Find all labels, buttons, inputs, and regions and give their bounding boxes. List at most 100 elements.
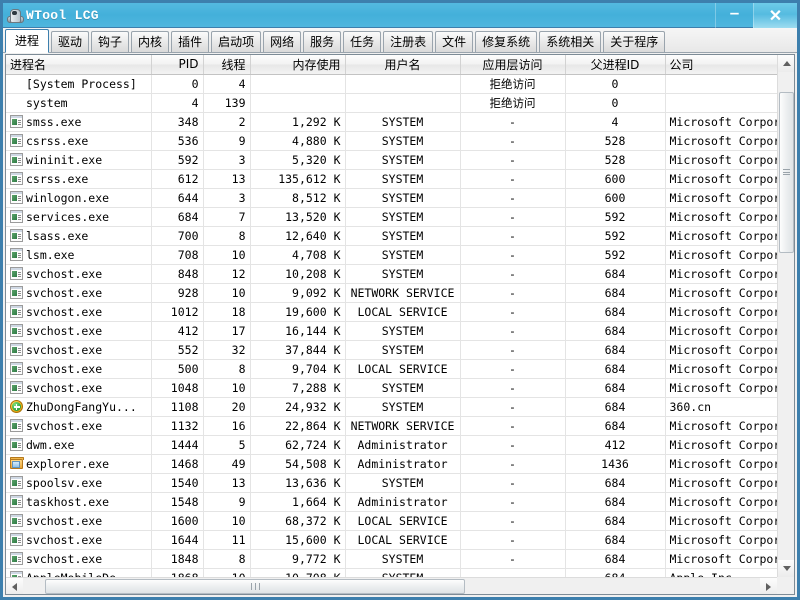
tab-10[interactable]: 文件 (435, 31, 473, 52)
scroll-down-button[interactable] (778, 560, 795, 577)
cell-company: Microsoft Corporation (665, 530, 777, 549)
table-row[interactable]: svchost.exe4121716,144 KSYSTEM-684Micros… (6, 321, 777, 340)
app-icon (10, 115, 23, 128)
table-row[interactable]: lsm.exe708104,708 KSYSTEM-592Microsoft C… (6, 245, 777, 264)
cell-threads: 8 (203, 549, 250, 568)
tab-9[interactable]: 注册表 (383, 31, 433, 52)
close-button[interactable]: ✕ (753, 3, 797, 28)
cell-user: SYSTEM (345, 188, 460, 207)
tab-2[interactable]: 钩子 (91, 31, 129, 52)
app-icon (10, 552, 23, 565)
cell-company: Microsoft Corporation (665, 245, 777, 264)
cell-company: Microsoft Corporation (665, 188, 777, 207)
cell-company: Microsoft Corporation (665, 131, 777, 150)
minimize-button[interactable]: – (715, 3, 753, 28)
table-row[interactable]: svchost.exe1048107,288 KSYSTEM-684Micros… (6, 378, 777, 397)
cell-access: - (460, 359, 565, 378)
cell-user: Administrator (345, 454, 460, 473)
vertical-scrollbar-thumb[interactable] (779, 92, 794, 253)
column-header-access[interactable]: 应用层访问 (460, 55, 565, 74)
tab-11[interactable]: 修复系统 (475, 31, 537, 52)
table-row[interactable]: smss.exe34821,292 KSYSTEM-4Microsoft Cor… (6, 112, 777, 131)
table-row[interactable]: svchost.exe50089,704 KLOCAL SERVICE-684M… (6, 359, 777, 378)
cell-ppid: 0 (565, 93, 665, 112)
cell-threads: 8 (203, 226, 250, 245)
table-row[interactable]: wininit.exe59235,320 KSYSTEM-528Microsof… (6, 150, 777, 169)
column-header-memory[interactable]: 内存使用 (250, 55, 345, 74)
table-row[interactable]: ZhuDongFangYu...11082024,932 KSYSTEM-684… (6, 397, 777, 416)
cell-company: Microsoft Corporation (665, 435, 777, 454)
tab-1[interactable]: 驱动 (51, 31, 89, 52)
table-row[interactable]: services.exe684713,520 KSYSTEM-592Micros… (6, 207, 777, 226)
cell-threads: 10 (203, 283, 250, 302)
column-header-company[interactable]: 公司 (665, 55, 777, 74)
cell-user: LOCAL SERVICE (345, 530, 460, 549)
table-row[interactable]: svchost.exe16441115,600 KLOCAL SERVICE-6… (6, 530, 777, 549)
tab-12[interactable]: 系统相关 (539, 31, 601, 52)
tab-6[interactable]: 网络 (263, 31, 301, 52)
scroll-up-button[interactable] (778, 55, 795, 72)
table-row[interactable]: system4139拒绝访问0 (6, 93, 777, 112)
process-name: svchost.exe (26, 267, 102, 281)
cell-ppid: 528 (565, 131, 665, 150)
table-row[interactable]: explorer.exe14684954,508 KAdministrator-… (6, 454, 777, 473)
tab-8[interactable]: 任务 (343, 31, 381, 52)
cell-pid: 1048 (151, 378, 203, 397)
title-bar[interactable]: WTool LCG – ✕ (3, 3, 797, 28)
table-row[interactable]: [System Process]04拒绝访问0 (6, 74, 777, 93)
table-row[interactable]: svchost.exe8481210,208 KSYSTEM-684Micros… (6, 264, 777, 283)
horizontal-scrollbar-thumb[interactable] (45, 579, 465, 594)
cell-ppid: 684 (565, 492, 665, 511)
scroll-left-button[interactable] (6, 578, 23, 595)
table-row[interactable]: spoolsv.exe15401313,636 KSYSTEM-684Micro… (6, 473, 777, 492)
cell-user: SYSTEM (345, 207, 460, 226)
cell-company (665, 93, 777, 112)
table-row[interactable]: svchost.exe10121819,600 KLOCAL SERVICE-6… (6, 302, 777, 321)
table-row[interactable]: csrss.exe53694,880 KSYSTEM-528Microsoft … (6, 131, 777, 150)
scroll-right-button[interactable] (760, 578, 777, 595)
tab-3[interactable]: 内核 (131, 31, 169, 52)
column-header-name[interactable]: 进程名 (6, 55, 151, 74)
cell-user: SYSTEM (345, 549, 460, 568)
column-header-user[interactable]: 用户名 (345, 55, 460, 74)
cell-access: - (460, 530, 565, 549)
app-icon (10, 172, 23, 185)
table-row[interactable]: svchost.exe928109,092 KNETWORK SERVICE-6… (6, 283, 777, 302)
column-header-ppid[interactable]: 父进程ID (565, 55, 665, 74)
cell-memory: 135,612 K (250, 169, 345, 188)
table-row[interactable]: csrss.exe61213135,612 KSYSTEM-600Microso… (6, 169, 777, 188)
vertical-scrollbar[interactable] (777, 55, 794, 577)
tab-4[interactable]: 插件 (171, 31, 209, 52)
cell-memory (250, 93, 345, 112)
table-row[interactable]: AppleMobileDe...18681010,708 KSYSTEM-684… (6, 568, 777, 577)
cell-threads: 11 (203, 530, 250, 549)
cell-threads: 18 (203, 302, 250, 321)
table-row[interactable]: svchost.exe11321622,864 KNETWORK SERVICE… (6, 416, 777, 435)
table-row[interactable]: dwm.exe1444562,724 KAdministrator-412Mic… (6, 435, 777, 454)
table-row[interactable]: winlogon.exe64438,512 KSYSTEM-600Microso… (6, 188, 777, 207)
table-row[interactable]: svchost.exe184889,772 KSYSTEM-684Microso… (6, 549, 777, 568)
process-name: explorer.exe (26, 457, 109, 471)
cell-memory: 13,520 K (250, 207, 345, 226)
process-name: svchost.exe (26, 381, 102, 395)
cell-memory: 12,640 K (250, 226, 345, 245)
table-row[interactable]: taskhost.exe154891,664 KAdministrator-68… (6, 492, 777, 511)
cell-user: SYSTEM (345, 378, 460, 397)
tab-label: 服务 (310, 35, 334, 49)
column-header-threads[interactable]: 线程 (203, 55, 250, 74)
tab-13[interactable]: 关于程序 (603, 31, 665, 52)
cell-ppid: 684 (565, 340, 665, 359)
horizontal-scrollbar[interactable] (6, 577, 777, 594)
tab-7[interactable]: 服务 (303, 31, 341, 52)
cell-threads: 49 (203, 454, 250, 473)
cell-ppid: 592 (565, 207, 665, 226)
table-row[interactable]: svchost.exe16001068,372 KLOCAL SERVICE-6… (6, 511, 777, 530)
cell-memory (250, 74, 345, 93)
tab-0[interactable]: 进程 (5, 29, 49, 53)
app-icon (10, 229, 23, 242)
table-row[interactable]: svchost.exe5523237,844 KSYSTEM-684Micros… (6, 340, 777, 359)
tab-5[interactable]: 启动项 (211, 31, 261, 52)
column-header-pid[interactable]: PID (151, 55, 203, 74)
table-row[interactable]: lsass.exe700812,640 KSYSTEM-592Microsoft… (6, 226, 777, 245)
process-name: ZhuDongFangYu... (26, 400, 137, 414)
